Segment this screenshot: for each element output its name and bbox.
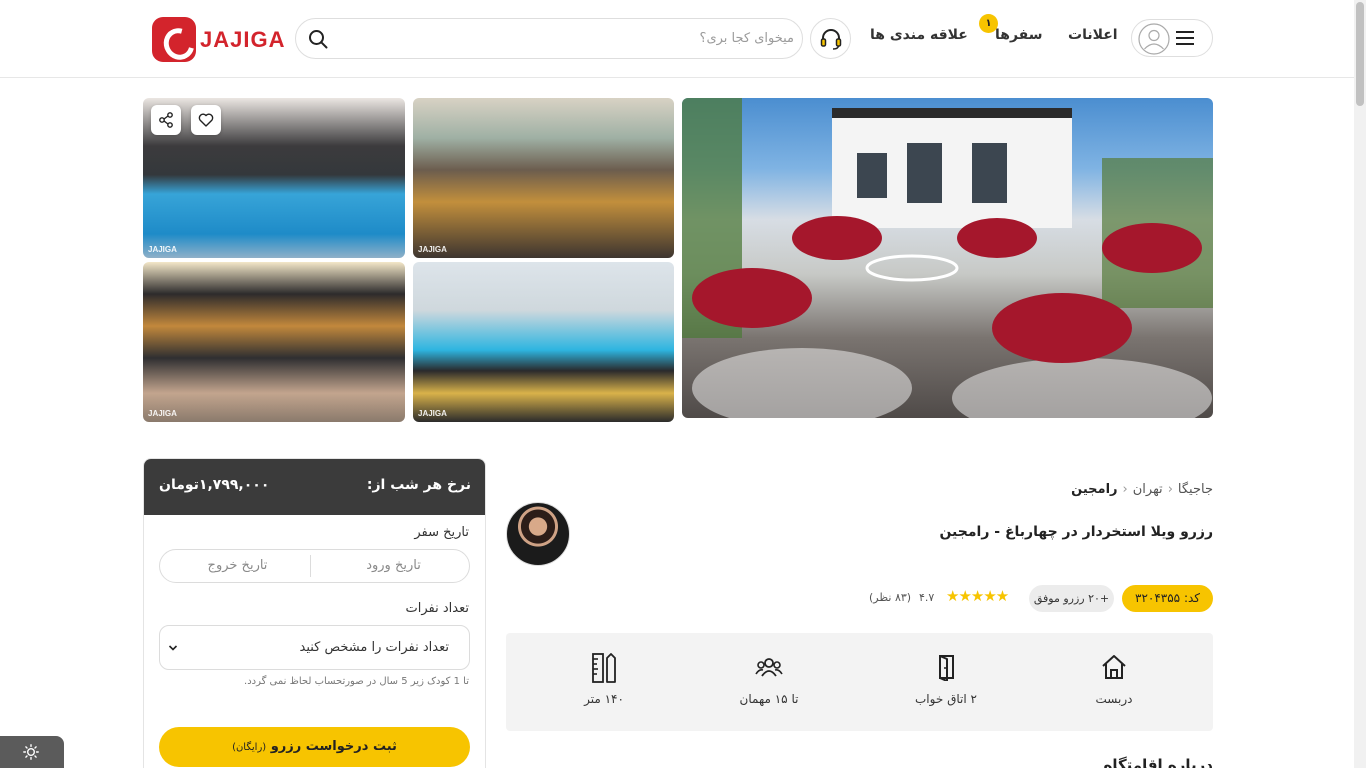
reserve-button-label: ثبت درخواست رزرو: [270, 739, 397, 754]
photo-pool[interactable]: JAJIGA: [143, 98, 405, 258]
feature-bedrooms-label: ۲ اتاق خواب: [915, 692, 977, 706]
share-icon: [159, 112, 173, 128]
trip-date-label: تاریخ سفر: [414, 525, 469, 540]
nightly-price-value: ۱,۷۹۹,۰۰۰تومان: [159, 477, 270, 493]
guests-select[interactable]: تعداد نفرات را مشخص کنید: [159, 625, 470, 670]
heart-icon: [198, 113, 214, 127]
breadcrumb-chevron-icon: ‹: [1122, 482, 1128, 497]
nightly-price-label: نرخ هر شب از:: [366, 477, 471, 493]
photo-watermark: JAJIGA: [418, 245, 447, 254]
ruler-icon: [592, 653, 616, 683]
reserve-free-label: (رایگان): [232, 742, 267, 753]
guests-label: تعداد نفرات: [405, 601, 469, 616]
share-button[interactable]: [151, 105, 181, 135]
booking-card: نرخ هر شب از: ۱,۷۹۹,۰۰۰تومان تاریخ سفر ت…: [143, 458, 486, 768]
feature-guests-label: تا ۱۵ مهمان: [739, 692, 799, 706]
nav-trips[interactable]: سفرها: [995, 27, 1043, 43]
about-section-title: درباره اقامتگاه: [1103, 756, 1213, 768]
photo-watermark: JAJIGA: [148, 409, 177, 418]
listing-title: رزرو ویلا استخردار در چهارباغ - رامجین: [939, 524, 1213, 540]
child-policy-note: تا 1 کودک زیر 5 سال در صورتحساب لحاظ نمی…: [244, 676, 469, 687]
nav-favorites[interactable]: علاقه مندی ها: [870, 27, 968, 43]
photo-kitchen[interactable]: JAJIGA: [143, 262, 405, 422]
photo-main-villa-terrace[interactable]: [682, 98, 1213, 418]
sun-icon: [23, 744, 39, 760]
listing-code-badge: کد: ۳۲۰۴۳۵۵: [1122, 585, 1213, 612]
photo-bedroom[interactable]: JAJIGA: [413, 262, 674, 422]
feature-type-label: دربست: [1095, 692, 1133, 706]
photo-watermark: JAJIGA: [148, 245, 177, 254]
search-icon[interactable]: [308, 29, 328, 49]
trips-count-badge: ۱: [979, 14, 998, 33]
photo-living-room[interactable]: JAJIGA: [413, 98, 674, 258]
review-count[interactable]: (۸۳ نظر): [869, 591, 911, 604]
breadcrumb-item-home[interactable]: جاجیگا: [1178, 482, 1213, 497]
headset-icon: [820, 29, 842, 50]
feature-bedrooms: ۲ اتاق خواب: [886, 633, 1006, 731]
guests-select-value: تعداد نفرات را مشخص کنید: [299, 640, 450, 655]
rating-value: ۴.۷: [919, 591, 935, 604]
breadcrumb-item-city[interactable]: تهران: [1133, 482, 1163, 497]
breadcrumb-chevron-icon: ‹: [1167, 482, 1173, 497]
scrollbar-thumb[interactable]: [1356, 2, 1364, 106]
trip-date-picker[interactable]: تاریخ ورود تاریخ خروج: [159, 549, 470, 583]
feature-area-label: ۱۴۰ متر: [584, 692, 624, 706]
breadcrumb-item-current: رامجین: [1071, 482, 1118, 497]
favorite-button[interactable]: [191, 105, 221, 135]
house-icon: [1102, 655, 1126, 679]
rating-stars: ★★★★★: [946, 587, 1009, 605]
host-avatar[interactable]: [506, 502, 570, 566]
logo-text: JAJIGA: [200, 27, 286, 52]
site-header: JAJIGA علاقه مندی ها سفرها ۱ اعلانات: [0, 0, 1354, 78]
search-bar[interactable]: [295, 18, 803, 59]
user-avatar-icon: [1138, 23, 1170, 55]
check-in-field[interactable]: تاریخ ورود: [316, 550, 471, 582]
successful-bookings-badge: +۲۰ رزرو موفق: [1029, 585, 1114, 612]
feature-strip: دربست ۲ اتاق خواب تا ۱۵ مهمان ۱۴۰ متر: [506, 633, 1213, 731]
breadcrumb: جاجیگا ‹ تهران ‹ رامجین: [1071, 482, 1213, 497]
jajiga-logo[interactable]: JAJIGA: [152, 17, 284, 62]
reserve-request-button[interactable]: ثبت درخواست رزرو (رایگان): [159, 727, 470, 767]
price-bar: نرخ هر شب از: ۱,۷۹۹,۰۰۰تومان: [144, 459, 485, 515]
photo-watermark: JAJIGA: [418, 409, 447, 418]
hamburger-menu-icon: [1176, 31, 1194, 45]
check-out-field[interactable]: تاریخ خروج: [160, 550, 315, 582]
page-scrollbar[interactable]: [1354, 0, 1366, 768]
logo-mark-icon: [152, 17, 196, 62]
support-button[interactable]: [810, 18, 851, 59]
theme-toggle-button[interactable]: [0, 736, 64, 768]
search-input[interactable]: [340, 20, 794, 57]
feature-guests: تا ۱۵ مهمان: [709, 633, 829, 731]
villa-terrace-illustration: [682, 98, 1213, 418]
door-icon: [939, 655, 954, 681]
user-menu-button[interactable]: [1131, 19, 1213, 57]
guests-icon: [755, 658, 783, 677]
feature-type: دربست: [1054, 633, 1174, 731]
chevron-down-icon: [168, 645, 178, 651]
feature-area: ۱۴۰ متر: [544, 633, 664, 731]
nav-notifications[interactable]: اعلانات: [1068, 27, 1118, 43]
